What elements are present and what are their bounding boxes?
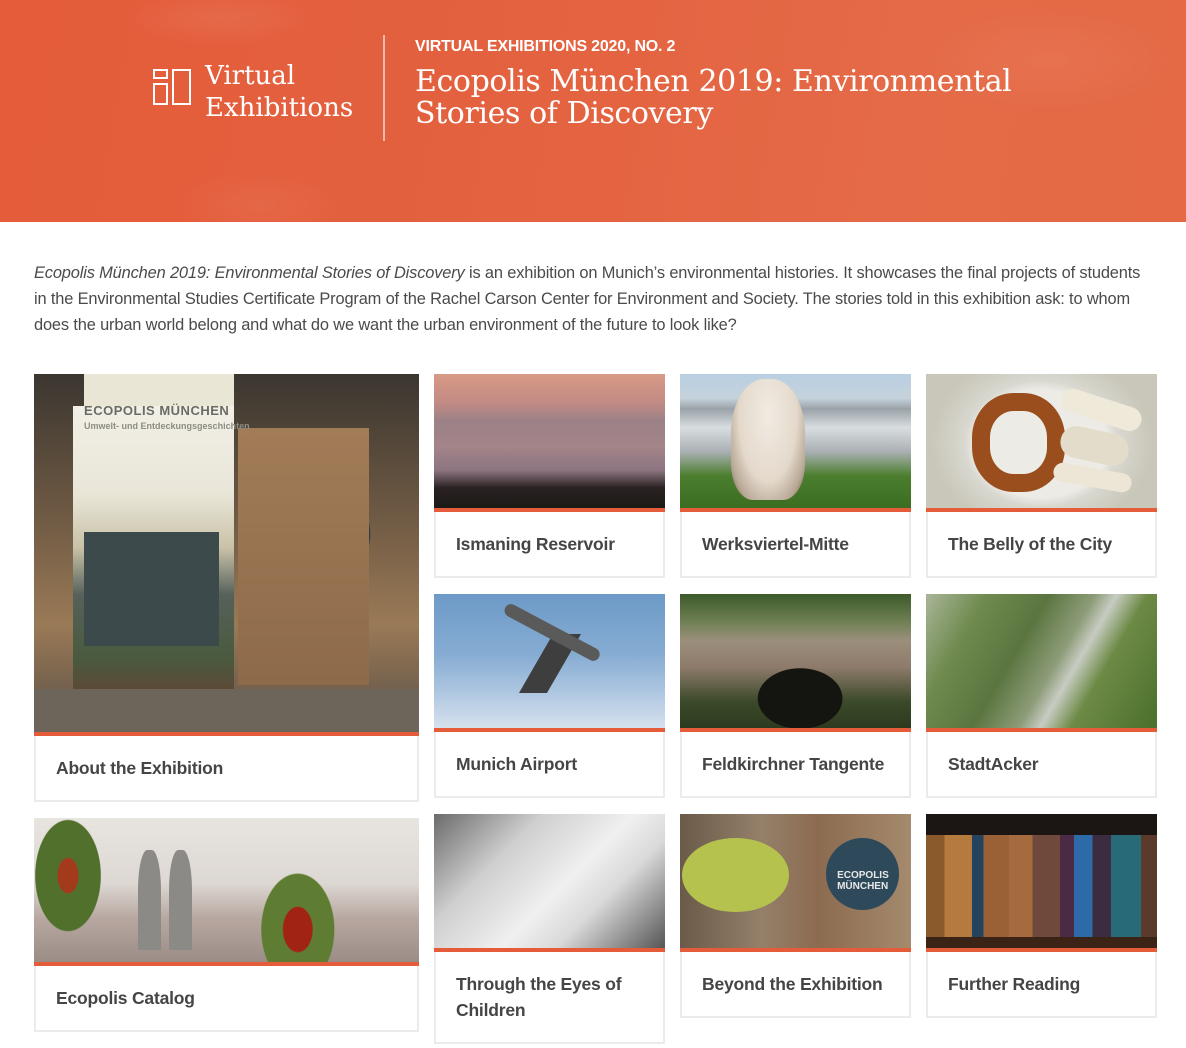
card-label: Beyond the Exhibition — [702, 974, 883, 994]
header-banner: Virtual Exhibitions VIRTUAL EXHIBITIONS … — [0, 0, 1186, 222]
card-label: Werksviertel-Mitte — [702, 534, 849, 554]
card-label: The Belly of the City — [948, 534, 1113, 554]
card-image — [434, 374, 665, 512]
card-label: Feldkirchner Tangente — [702, 754, 885, 774]
virtual-exhibitions-logo[interactable]: Virtual Exhibitions — [153, 60, 353, 124]
intro-italic-title: Ecopolis München 2019: Environmental Sto… — [34, 264, 465, 282]
card-image — [434, 814, 665, 952]
series-kicker: VIRTUAL EXHIBITIONS 2020, NO. 2 — [415, 38, 676, 55]
image-text: ECOPOLIS MÜNCHEN — [837, 870, 889, 893]
card-ismaning-reservoir[interactable]: Ismaning Reservoir — [434, 374, 665, 578]
card-image — [434, 594, 665, 732]
card-feldkirchner-tangente[interactable]: Feldkirchner Tangente — [680, 594, 911, 798]
card-image — [926, 814, 1157, 952]
card-image: ECOPOLIS MÜNCHEN — [680, 814, 911, 952]
card-ecopolis-catalog[interactable]: Ecopolis Catalog — [34, 818, 419, 1032]
image-subtext: Umwelt- und Entdeckungsgeschichten — [84, 420, 250, 431]
card-stadtacker[interactable]: StadtAcker — [926, 594, 1157, 798]
card-label: Ismaning Reservoir — [456, 534, 615, 554]
card-munich-airport[interactable]: Munich Airport — [434, 594, 665, 798]
intro-paragraph: Ecopolis München 2019: Environmental Sto… — [34, 260, 1156, 338]
card-image — [926, 374, 1157, 512]
card-image — [34, 818, 419, 966]
card-label: StadtAcker — [948, 754, 1039, 774]
card-werksviertel-mitte[interactable]: Werksviertel-Mitte — [680, 374, 911, 578]
logo-line-2: Exhibitions — [205, 93, 354, 123]
card-image — [680, 374, 911, 512]
logo-line-1: Virtual — [205, 61, 296, 91]
card-label: Through the Eyes of Children — [456, 974, 622, 1020]
card-about-the-exhibition[interactable]: ECOPOLIS MÜNCHEN Umwelt- und Entdeckungs… — [34, 374, 419, 802]
logo-text: Virtual Exhibitions — [205, 60, 353, 124]
header-divider — [383, 35, 385, 141]
card-label: Further Reading — [948, 974, 1081, 994]
card-image — [926, 594, 1157, 732]
card-belly-of-the-city[interactable]: The Belly of the City — [926, 374, 1157, 578]
card-beyond-the-exhibition[interactable]: ECOPOLIS MÜNCHEN Beyond the Exhibition — [680, 814, 911, 1018]
card-through-the-eyes-of-children[interactable]: Through the Eyes of Children — [434, 814, 665, 1044]
gallery-layout-icon — [153, 69, 192, 109]
image-text: ECOPOLIS MÜNCHEN — [84, 402, 230, 418]
card-label: About the Exhibition — [56, 758, 224, 778]
card-image: ECOPOLIS MÜNCHEN Umwelt- und Entdeckungs… — [34, 374, 419, 736]
card-further-reading[interactable]: Further Reading — [926, 814, 1157, 1018]
card-image — [680, 594, 911, 732]
card-label: Ecopolis Catalog — [56, 988, 195, 1008]
page-title: Ecopolis München 2019: Environmental Sto… — [415, 64, 1012, 131]
card-label: Munich Airport — [456, 754, 577, 774]
